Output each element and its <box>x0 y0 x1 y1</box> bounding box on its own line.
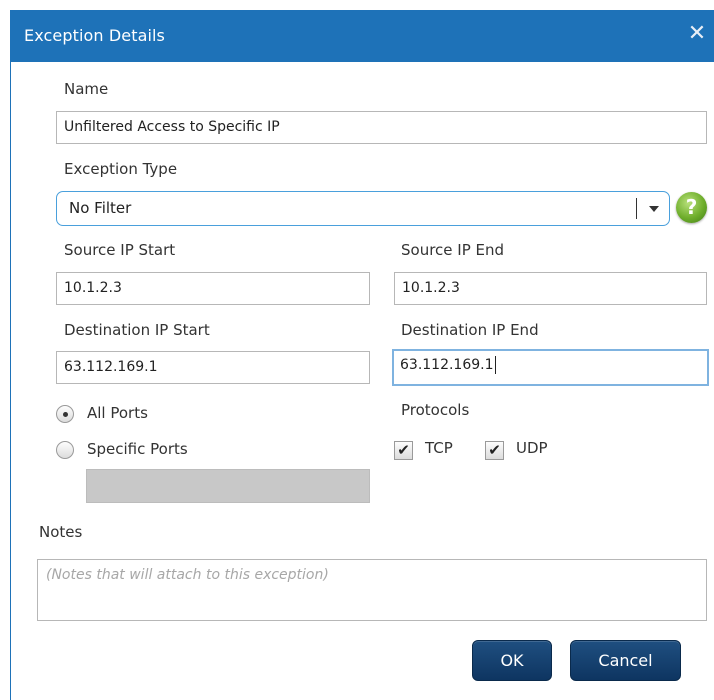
specific-ports-radio[interactable] <box>56 441 74 459</box>
cancel-button[interactable]: Cancel <box>570 640 681 681</box>
select-divider <box>636 198 637 219</box>
destination-ip-end-input[interactable]: 63.112.169.1 <box>392 349 709 386</box>
tcp-label: TCP <box>425 439 453 457</box>
destination-ip-start-input[interactable]: 63.112.169.1 <box>56 351 370 384</box>
text-caret <box>494 356 496 374</box>
checkmark-icon: ✔ <box>397 441 410 459</box>
notes-textarea[interactable]: (Notes that will attach to this exceptio… <box>37 559 707 621</box>
destination-ip-end-value: 63.112.169.1 <box>400 357 494 373</box>
help-icon[interactable]: ? <box>676 192 707 223</box>
radio-selected-dot <box>63 412 68 417</box>
source-ip-end-input[interactable]: 10.1.2.3 <box>394 272 707 305</box>
name-label: Name <box>64 80 109 98</box>
all-ports-label: All Ports <box>87 404 148 422</box>
destination-ip-end-label: Destination IP End <box>401 321 539 339</box>
specific-ports-input <box>86 469 370 503</box>
exception-type-value: No Filter <box>69 199 132 217</box>
udp-checkbox[interactable]: ✔ <box>485 441 504 460</box>
chevron-down-icon <box>649 206 659 212</box>
specific-ports-label: Specific Ports <box>87 440 188 458</box>
protocols-label: Protocols <box>401 401 470 419</box>
source-ip-end-label: Source IP End <box>401 241 505 259</box>
name-input[interactable]: Unfiltered Access to Specific IP <box>56 111 707 144</box>
exception-type-select[interactable]: No Filter <box>56 191 670 226</box>
dialog-title: Exception Details <box>24 26 165 45</box>
close-icon[interactable]: ✕ <box>686 23 708 45</box>
tcp-checkbox[interactable]: ✔ <box>394 441 413 460</box>
destination-ip-start-label: Destination IP Start <box>64 321 210 339</box>
ok-button[interactable]: OK <box>472 640 552 681</box>
udp-label: UDP <box>516 439 548 457</box>
checkmark-icon: ✔ <box>488 441 501 459</box>
source-ip-start-label: Source IP Start <box>64 241 176 259</box>
notes-label: Notes <box>39 523 83 541</box>
all-ports-radio[interactable] <box>56 405 74 423</box>
source-ip-start-input[interactable]: 10.1.2.3 <box>56 272 370 305</box>
exception-type-label: Exception Type <box>64 160 178 178</box>
dialog-titlebar: Exception Details ✕ <box>10 10 714 62</box>
